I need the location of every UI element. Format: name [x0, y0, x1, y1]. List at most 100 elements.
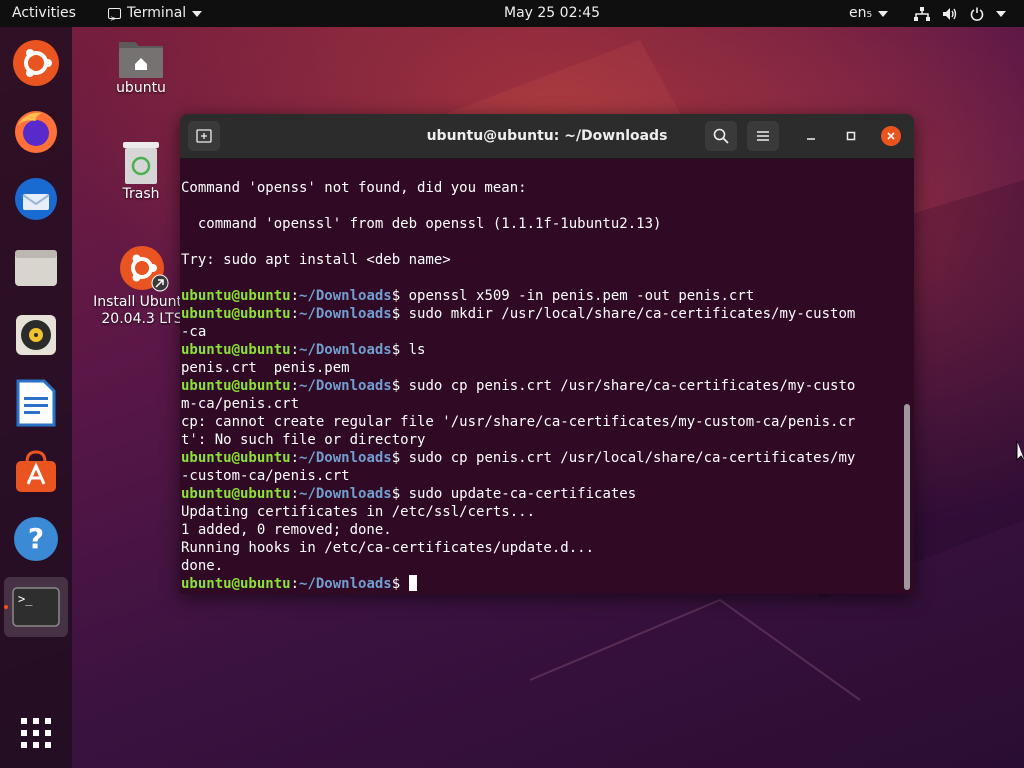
app-grid-icon: [21, 718, 51, 748]
terminal-prompt-line: ubuntu@ubuntu:~/Downloads$ sudo cp penis…: [181, 377, 899, 395]
search-button[interactable]: [705, 121, 737, 151]
output-text: -ca: [181, 324, 207, 340]
terminal-output[interactable]: Command 'openss' not found, did you mean…: [181, 179, 899, 593]
text-cursor: [408, 575, 417, 591]
home-folder-icon: [119, 42, 163, 78]
terminal-window[interactable]: ubuntu@ubuntu: ~/Downloads Command 'open…: [180, 114, 914, 594]
prompt-user: ubuntu@ubuntu: [181, 450, 291, 466]
terminal-prompt-line: ubuntu@ubuntu:~/Downloads$ ls: [181, 341, 899, 359]
software-icon: [16, 450, 56, 492]
terminal-prompt-line: ubuntu@ubuntu:~/Downloads$ sudo update-c…: [181, 485, 899, 503]
desktop-install-label-1: Install Ubuntu: [93, 294, 191, 310]
terminal-output-line: cp: cannot create regular file '/usr/sha…: [181, 413, 899, 431]
prompt-user: ubuntu@ubuntu: [181, 378, 291, 394]
prompt-path: ~/Downloads: [299, 342, 392, 358]
chevron-down-icon: [192, 10, 203, 17]
desktop-install-label-2: 20.04.3 LTS: [101, 311, 183, 327]
output-text: t': No such file or directory: [181, 432, 426, 448]
output-text: Try: sudo apt install <deb name>: [181, 252, 451, 268]
command-text: sudo cp penis.crt /usr/share/ca-certific…: [408, 378, 856, 394]
dock-item-installer[interactable]: [4, 33, 68, 93]
prompt-path: ~/Downloads: [299, 378, 392, 394]
prompt-symbol: $: [391, 576, 409, 592]
volume-icon: [943, 7, 957, 20]
prompt-path: ~/Downloads: [299, 576, 392, 592]
output-text: Command 'openss' not found, did you mean…: [181, 180, 527, 196]
output-text: Running hooks in /etc/ca-certificates/up…: [181, 540, 595, 556]
dock-item-files[interactable]: [4, 237, 68, 297]
dock-item-software[interactable]: [4, 441, 68, 501]
minimize-icon: [807, 138, 815, 140]
activities-button[interactable]: Activities: [12, 0, 76, 27]
terminal-prompt-line: ubuntu@ubuntu:~/Downloads$ sudo mkdir /u…: [181, 305, 899, 323]
prompt-separator: :: [290, 378, 300, 394]
desktop-trash[interactable]: Trash: [106, 140, 176, 203]
prompt-symbol: $: [391, 342, 409, 358]
trash-icon: [123, 142, 159, 184]
terminal-output-line: penis.crt penis.pem: [181, 359, 899, 377]
language-menu[interactable]: en₅: [849, 0, 889, 27]
output-text: cp: cannot create regular file '/usr/sha…: [181, 414, 856, 430]
clock[interactable]: May 25 02:45: [504, 0, 600, 27]
svg-text:>_: >_: [18, 592, 33, 606]
installer-icon-wrap: [117, 244, 169, 294]
network-icon: [914, 6, 930, 21]
prompt-path: ~/Downloads: [299, 288, 392, 304]
prompt-path: ~/Downloads: [299, 486, 392, 502]
dock-item-writer[interactable]: [4, 373, 68, 433]
prompt-symbol: $: [391, 450, 409, 466]
prompt-user: ubuntu@ubuntu: [181, 576, 291, 592]
prompt-user: ubuntu@ubuntu: [181, 288, 291, 304]
terminal-output-line: Updating certificates in /etc/ssl/certs.…: [181, 503, 899, 521]
prompt-symbol: $: [391, 306, 409, 322]
hamburger-menu-icon: [757, 131, 769, 141]
prompt-path: ~/Downloads: [299, 450, 392, 466]
app-menu-label: Terminal: [127, 5, 187, 21]
ubuntu-installer-icon: [13, 40, 59, 86]
prompt-user: ubuntu@ubuntu: [181, 486, 291, 502]
command-text: openssl x509 -in penis.pem -out penis.cr…: [408, 288, 755, 304]
help-icon: ?: [14, 517, 58, 561]
terminal-output-line: Try: sudo apt install <deb name>: [181, 251, 899, 269]
dock-item-rhythmbox[interactable]: [4, 305, 68, 365]
dock: ? >_: [0, 27, 72, 768]
terminal-scrollbar[interactable]: [904, 404, 910, 590]
terminal-output-line: Running hooks in /etc/ca-certificates/up…: [181, 539, 899, 557]
maximize-button[interactable]: [841, 126, 861, 146]
prompt-symbol: $: [391, 288, 409, 304]
command-text: sudo cp penis.crt /usr/local/share/ca-ce…: [408, 450, 856, 466]
desktop-home-folder[interactable]: ubuntu: [106, 36, 176, 97]
desktop-home-label: ubuntu: [116, 80, 166, 96]
show-applications-button[interactable]: [4, 703, 68, 763]
svg-text:?: ?: [28, 522, 44, 555]
terminal-output-line: command 'openssl' from deb openssl (1.1.…: [181, 215, 899, 233]
close-button[interactable]: [881, 126, 901, 146]
dock-item-help[interactable]: ?: [4, 509, 68, 569]
terminal-prompt-line: ubuntu@ubuntu:~/Downloads$: [181, 575, 899, 593]
terminal-output-line: -ca: [181, 323, 899, 341]
desktop-install-ubuntu[interactable]: Install Ubuntu 20.04.3 LTS: [90, 244, 194, 328]
command-text: ls: [408, 342, 426, 358]
thunderbird-icon: [15, 178, 57, 220]
terminal-output-line: m-ca/penis.crt: [181, 395, 899, 413]
terminal-prompt-line: ubuntu@ubuntu:~/Downloads$ sudo cp penis…: [181, 449, 899, 467]
desktop-trash-label: Trash: [122, 186, 160, 202]
terminal-header-bar[interactable]: ubuntu@ubuntu: ~/Downloads: [180, 114, 914, 159]
prompt-separator: :: [290, 306, 300, 322]
terminal-small-icon: [108, 5, 121, 32]
dock-item-terminal[interactable]: >_: [4, 577, 68, 637]
output-text: command 'openssl' from deb openssl (1.1.…: [181, 216, 662, 232]
minimize-button[interactable]: [801, 126, 821, 146]
dock-item-thunderbird[interactable]: [4, 169, 68, 229]
system-menu[interactable]: [914, 0, 1006, 27]
terminal-icon: >_: [12, 587, 60, 627]
prompt-separator: :: [290, 342, 300, 358]
app-menu[interactable]: Terminal: [108, 0, 203, 32]
dock-item-firefox[interactable]: [4, 101, 68, 161]
prompt-separator: :: [290, 450, 300, 466]
menu-button[interactable]: [747, 121, 779, 151]
terminal-output-line: Command 'openss' not found, did you mean…: [181, 179, 899, 197]
chevron-down-icon: [996, 10, 1006, 17]
prompt-symbol: $: [391, 378, 409, 394]
